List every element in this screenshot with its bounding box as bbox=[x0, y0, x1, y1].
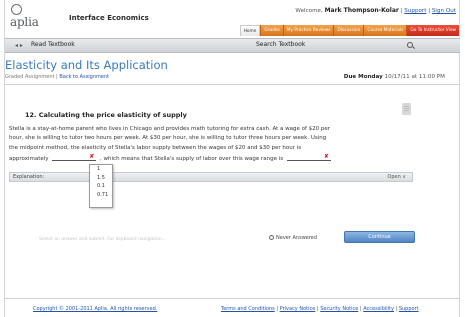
question-line: the midpoint method, the elasticity of S… bbox=[9, 144, 302, 151]
dropdown-option[interactable]: 1.5 bbox=[90, 174, 112, 183]
due-label: Due Monday bbox=[343, 74, 383, 80]
explanation-label: Explanation: bbox=[13, 174, 45, 180]
page-frame: aplia Interface Economics Welcome, Mark … bbox=[4, 0, 460, 317]
course-title: Interface Economics bbox=[69, 14, 149, 22]
never-answered-status: Never Answered bbox=[269, 235, 317, 241]
support-link[interactable]: Support bbox=[404, 8, 426, 14]
separator: | bbox=[276, 306, 279, 312]
page-title: Elasticity and Its Application bbox=[5, 58, 168, 72]
question-line-4: approximately ✘ , which means that Stell… bbox=[9, 153, 413, 164]
copyright-link[interactable]: Copyright © 2001-2011 Aplia. All rights … bbox=[33, 306, 157, 312]
search-textbook-label[interactable]: Search Textbook bbox=[256, 41, 305, 48]
aplia-logo[interactable]: aplia bbox=[10, 3, 44, 31]
separator: | bbox=[316, 306, 319, 312]
search-icon[interactable] bbox=[406, 41, 415, 50]
tab-grades[interactable]: Grades bbox=[260, 25, 283, 36]
accessibility-link[interactable]: Accessibility bbox=[363, 306, 394, 312]
tab-course-materials[interactable]: Course Materials bbox=[363, 25, 407, 36]
answer-dropdown-list: 1 1.5 0.1 0.71 bbox=[89, 164, 113, 208]
incorrect-mark-icon: ✘ bbox=[89, 153, 95, 161]
faint-helper-text: Select an answer and submit. For keyboar… bbox=[39, 237, 167, 242]
security-link[interactable]: Security Notice bbox=[320, 306, 358, 312]
explanation-bar[interactable]: Explanation: Open ∨ bbox=[9, 172, 413, 182]
nav-tabs: Home Grades My Practice Reviews Discussi… bbox=[239, 25, 459, 36]
user-name: Mark Thompson-Kolar bbox=[324, 7, 399, 14]
separator: | bbox=[359, 306, 362, 312]
assignment-subline: Graded Assignment | Back to Assignment bbox=[5, 74, 109, 80]
question-body: Stella is a stay-at-home parent who live… bbox=[9, 125, 413, 165]
footer: Copyright © 2001-2011 Aplia. All rights … bbox=[33, 306, 459, 312]
incorrect-mark-icon: ✘ bbox=[323, 153, 329, 161]
supply-type-answer-select[interactable]: ✘ bbox=[286, 153, 331, 162]
tab-instructor-view[interactable]: Go To Instructor View bbox=[406, 25, 459, 36]
notes-icon[interactable] bbox=[402, 103, 411, 115]
tab-home[interactable]: Home bbox=[239, 25, 261, 36]
textbook-toolbar: ◂ ▸ Read Textbook Search Textbook bbox=[5, 38, 460, 53]
due-time: 10/17/11 at 11:00 PM bbox=[384, 74, 445, 80]
sign-out-link[interactable]: Sign Out bbox=[432, 8, 456, 14]
header: aplia Interface Economics Welcome, Mark … bbox=[5, 0, 460, 38]
question-line: hour, she is willing to tutor two hours … bbox=[9, 135, 327, 142]
never-answered-label: Never Answered bbox=[276, 235, 318, 241]
logo-mark-icon bbox=[11, 4, 22, 15]
divider bbox=[5, 84, 460, 85]
logo-text: aplia bbox=[10, 15, 39, 29]
dropdown-option[interactable]: 0.71 bbox=[90, 191, 112, 200]
welcome-prefix: Welcome, bbox=[295, 8, 323, 14]
open-explanation-button[interactable]: Open ∨ bbox=[387, 174, 406, 180]
question-line-prefix: approximately bbox=[9, 156, 49, 163]
dropdown-option[interactable]: 0.1 bbox=[90, 182, 112, 191]
back-to-assignment-link[interactable]: Back to Assignment bbox=[59, 74, 109, 80]
support-footer-link[interactable]: Support bbox=[399, 306, 419, 312]
toolbar-arrows-icon[interactable]: ◂ ▸ bbox=[15, 42, 23, 49]
continue-button[interactable]: Continue bbox=[344, 231, 415, 243]
separator: | bbox=[400, 8, 403, 14]
separator: | bbox=[395, 306, 398, 312]
read-textbook-link[interactable]: Read Textbook bbox=[31, 41, 75, 48]
assignment-type: Graded Assignment bbox=[5, 74, 55, 80]
elasticity-answer-select[interactable]: ✘ bbox=[52, 153, 97, 162]
status-circle-icon bbox=[269, 235, 274, 240]
footer-links: Terms and Conditions | Privacy Notice | … bbox=[221, 306, 419, 312]
welcome-bar: Welcome, Mark Thompson-Kolar | Support |… bbox=[295, 7, 456, 14]
tab-discussion[interactable]: Discussion bbox=[333, 25, 364, 36]
separator: | bbox=[428, 8, 431, 14]
due-date: Due Monday 10/17/11 at 11:00 PM bbox=[344, 74, 445, 80]
dropdown-option[interactable]: 1 bbox=[90, 165, 112, 174]
terms-link[interactable]: Terms and Conditions bbox=[221, 306, 275, 312]
separator: | bbox=[56, 74, 58, 80]
tab-my-practice-reviews[interactable]: My Practice Reviews bbox=[282, 25, 334, 36]
privacy-link[interactable]: Privacy Notice bbox=[280, 306, 316, 312]
footer-divider bbox=[5, 298, 460, 299]
question-line-middle: , which means that Stella's supply of la… bbox=[100, 156, 284, 163]
question-title: 12. Calculating the price elasticity of … bbox=[25, 111, 187, 119]
question-line: Stella is a stay-at-home parent who live… bbox=[9, 126, 331, 132]
